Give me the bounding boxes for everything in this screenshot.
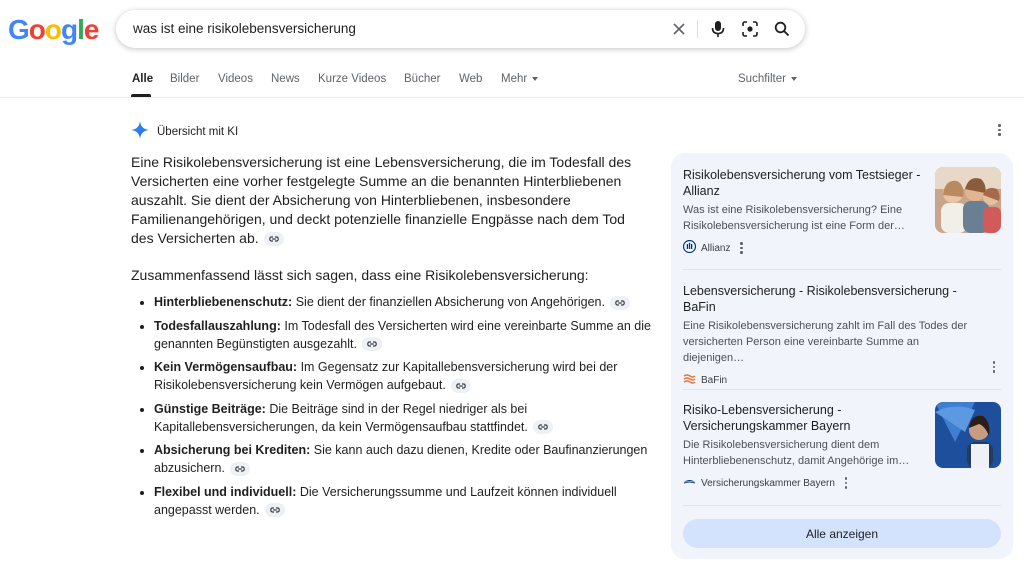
answer-intro-text: Eine Risikolebensversicherung ist eine L… [131,154,632,246]
search-input[interactable]: was ist eine risikolebensversicherung [133,21,356,36]
item-term: Günstige Beiträge: [154,401,266,416]
logo-letter: o [44,14,62,45]
link-chip[interactable] [229,461,250,476]
microphone-icon[interactable] [706,17,730,41]
sparkle-icon [131,120,149,144]
logo-letter: e [83,14,100,45]
search-tabs: Alle Bilder Videos News Kurze Videos Büc… [0,70,1024,98]
link-chip[interactable] [450,378,471,393]
tab-more-label: Mehr [501,73,528,85]
search-icon[interactable] [770,17,794,41]
tools-label: Suchfilter [738,73,786,85]
list-item: Günstige Beiträge: Die Beiträge sind in … [154,400,651,436]
sources-panel: Risikolebensversicherung vom Testsieger … [671,153,1013,559]
google-logo[interactable]: Google [8,14,100,46]
source-title[interactable]: Risikolebensversicherung vom Testsieger … [683,167,923,199]
tools-button[interactable]: Suchfilter [738,73,797,85]
list-item: Todesfallauszahlung: Im Todesfall des Ve… [154,317,651,353]
item-term: Todesfallauszahlung: [154,318,281,333]
thumbnail-woman-image[interactable] [935,402,1001,468]
tab-books[interactable]: Bücher [404,73,440,85]
link-icon [268,236,279,242]
item-text: Sie dient der finanziellen Absicherung v… [295,295,605,309]
tab-short-videos[interactable]: Kurze Videos [318,73,386,85]
divider [683,269,1001,270]
tab-web[interactable]: Web [459,73,482,85]
logo-letter: o [28,14,46,45]
more-options-icon[interactable] [844,477,848,489]
source-snippet: Eine Risikolebensversicherung zahlt im F… [683,320,968,364]
source-site: BaFin [683,372,1001,388]
ai-overview-header: Übersicht mit KI [131,120,239,144]
chevron-down-icon [532,76,539,81]
tab-videos[interactable]: Videos [218,73,253,85]
clear-icon[interactable] [667,17,691,41]
answer-summary: Zusammenfassend lässt sich sagen, dass e… [131,267,589,283]
show-all-button[interactable]: Alle anzeigen [683,519,1001,548]
item-term: Absicherung bei Krediten: [154,443,311,457]
source-title[interactable]: Risiko-Lebensversicherung - Versicherung… [683,402,923,434]
logo-letter: G [8,14,30,45]
link-icon [367,341,377,347]
source-card[interactable]: Risikolebensversicherung vom Testsieger … [682,167,1001,256]
thumbnail-family-image[interactable] [935,167,1001,233]
link-icon [269,507,280,513]
lens-camera-icon[interactable] [738,17,762,41]
tab-more[interactable]: Mehr [501,73,539,85]
list-item: Kein Vermögensaufbau: Im Gegensatz zur K… [154,358,651,394]
item-term: Hinterbliebenenschutz: [154,295,293,309]
more-options-icon[interactable] [998,124,1001,136]
more-options-icon[interactable] [740,242,743,254]
answer-list: Hinterbliebenenschutz: Sie dient der fin… [131,293,651,519]
source-site: Versicherungskammer Bayern [683,475,1001,491]
link-chip[interactable] [532,420,553,435]
link-chip[interactable] [264,503,285,518]
source-site: Allianz [682,239,1001,256]
tab-images[interactable]: Bilder [170,73,199,85]
source-name: Allianz [701,242,731,254]
list-item: Absicherung bei Krediten: Sie kann auch … [154,441,651,477]
link-chip[interactable] [609,295,630,310]
item-term: Flexibel und individuell: [154,484,297,499]
link-icon [538,424,548,430]
source-name: Versicherungskammer Bayern [701,477,835,489]
more-options-icon[interactable] [992,361,995,373]
link-chip[interactable] [263,232,284,247]
logo-letter: l [77,14,85,45]
answer-intro: Eine Risikolebensversicherung ist eine L… [131,153,651,248]
divider [683,505,1001,506]
source-snippet: Was ist eine Risikolebensversicherung? E… [683,204,905,232]
bafin-logo-icon [683,372,696,388]
link-icon [615,300,625,306]
logo-letter: g [61,14,78,45]
source-card[interactable]: Risiko-Lebensversicherung - Versicherung… [683,402,1001,491]
divider [683,389,1001,390]
tab-all[interactable]: Alle [132,73,153,85]
ai-overview-title: Übersicht mit KI [157,126,239,138]
active-tab-indicator [131,94,151,97]
list-item: Hinterbliebenenschutz: Sie dient der fin… [154,293,651,311]
ai-answer: Eine Risikolebensversicherung ist eine L… [131,153,651,524]
link-chip[interactable] [361,337,382,352]
search-box[interactable]: was ist eine risikolebensversicherung [116,10,805,48]
item-term: Kein Vermögensaufbau: [154,360,298,374]
tab-news[interactable]: News [271,73,300,85]
divider [697,20,698,38]
source-name: BaFin [701,374,728,386]
versicherungskammer-logo-icon [683,475,696,491]
source-card[interactable]: Lebensversicherung - Risikolebensversich… [683,283,1001,388]
source-snippet: Die Risikolebensversicherung dient dem H… [683,439,910,467]
allianz-logo-icon [682,239,697,256]
source-title[interactable]: Lebensversicherung - Risikolebensversich… [683,283,983,315]
list-item: Flexibel und individuell: Die Versicheru… [154,483,651,519]
link-icon [235,466,245,472]
chevron-down-icon [790,76,797,81]
link-icon [456,383,466,389]
